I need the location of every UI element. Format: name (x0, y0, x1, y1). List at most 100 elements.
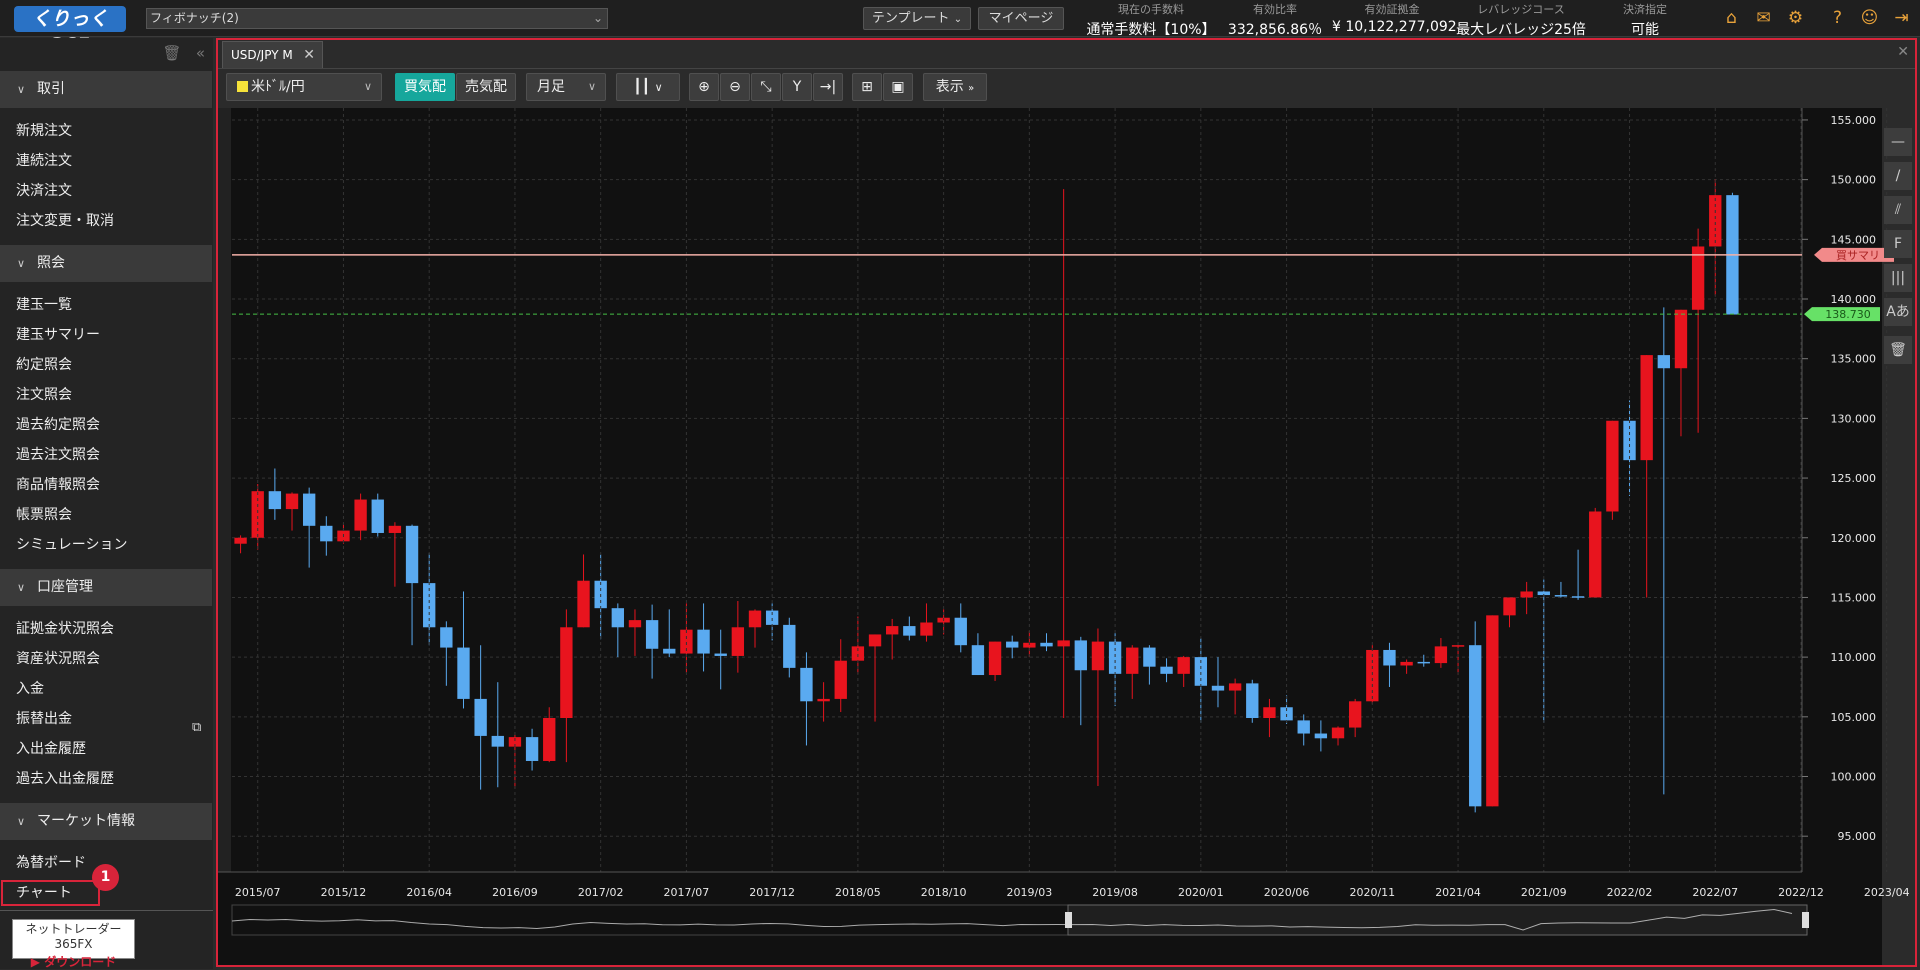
vertical-lines-icon[interactable]: ||| (1884, 264, 1912, 292)
compare-icon[interactable]: ▣ (883, 73, 913, 101)
period-select[interactable]: 月足 ∨ (526, 73, 606, 101)
fit-icon[interactable]: ⤡ (751, 73, 781, 101)
user-icon[interactable]: ☺ (1860, 9, 1879, 28)
chart-type-select[interactable]: ┃┃ ∨ (616, 73, 680, 101)
candle-body (1040, 642, 1053, 647)
candle-body (1520, 591, 1533, 598)
y-axis-area (1802, 108, 1882, 872)
x-tick-label: 2016/09 (492, 886, 538, 899)
period-label: 月足 (537, 79, 565, 95)
navigator-handle-right (1802, 912, 1809, 928)
candlestick-icon: ┃┃ (633, 79, 651, 95)
trash-icon[interactable]: 🗑 (1884, 336, 1912, 364)
sidebar-item-change-cancel[interactable]: 注文変更・取消 (16, 210, 114, 230)
lock-axis-icon[interactable]: Y (782, 73, 812, 101)
section-inquiry[interactable]: ∨ 照会 (0, 245, 212, 282)
trash-icon[interactable]: 🗑 (162, 44, 181, 62)
candle-body (1314, 733, 1328, 739)
brand-logo[interactable]: くりっく365 (14, 6, 126, 56)
horizontal-line-icon[interactable]: — (1884, 128, 1912, 156)
y-tick-label: 120.000 (1831, 532, 1877, 545)
tab-usdjpy[interactable]: USD/JPY M ✕ (222, 41, 323, 68)
stat-label: 有効比率 (1253, 3, 1297, 16)
y-tick-label: 135.000 (1831, 353, 1877, 366)
candle-body (1571, 596, 1585, 598)
sidebar-item-position-summary[interactable]: 建玉サマリー (16, 324, 100, 344)
x-tick-label: 2019/08 (1092, 886, 1138, 899)
sidebar-item-deposit[interactable]: 入金 (16, 678, 44, 698)
sidebar-tools: 🗑 « (162, 44, 205, 62)
sidebar-item-past-cash-history[interactable]: 過去入出金履歴 (16, 768, 114, 788)
scroll-latest-icon[interactable]: →| (813, 73, 843, 101)
sidebar-item-new-order[interactable]: 新規注文 (16, 120, 72, 140)
layout-select[interactable]: フィボナッチ(2) ⌄ (146, 8, 608, 29)
candle-body (405, 525, 419, 584)
logout-icon[interactable]: ⇥ (1892, 9, 1911, 28)
download-banner[interactable]: ネットトレーダー365FX ▶ ダウンロード (12, 919, 135, 969)
step-badge: 1 (92, 864, 119, 891)
sidebar-item-cash-history[interactable]: 入出金履歴 (16, 738, 86, 758)
sidebar-item-asset-status[interactable]: 資産状況照会 (16, 648, 100, 668)
x-tick-label: 2020/01 (1178, 886, 1224, 899)
sidebar-item-past-executions[interactable]: 過去約定照会 (16, 414, 100, 434)
bid-toggle[interactable]: 買気配 (395, 73, 455, 101)
y-tick-label: 95.000 (1838, 830, 1877, 843)
candle-body (1263, 707, 1276, 719)
home-icon[interactable]: ⌂ (1722, 9, 1741, 28)
candle-body (1503, 597, 1516, 616)
mail-icon[interactable]: ✉ (1754, 9, 1773, 28)
chart-area[interactable]: 95.000 100.000 105.000 110.000 115.000 120.00… (218, 108, 1915, 965)
sidebar-item-settle-order[interactable]: 決済注文 (16, 180, 72, 200)
candle-body (1126, 647, 1139, 674)
sidebar-item-fx-board[interactable]: 為替ボード (16, 852, 86, 872)
sidebar-item-withdraw[interactable]: 振替出金 (16, 708, 72, 728)
candle-body (988, 641, 1002, 676)
add-indicator-icon[interactable]: ⊞ (852, 73, 882, 101)
text-icon[interactable]: Aあ (1884, 298, 1912, 326)
x-tick-label: 2020/11 (1349, 886, 1395, 899)
stat-label: レバレッジコース (1477, 3, 1565, 16)
sidebar-item-simulation[interactable]: シミュレーション (16, 534, 127, 554)
trend-line-icon[interactable]: / (1884, 162, 1912, 190)
close-icon[interactable]: ✕ (303, 42, 315, 69)
sidebar-item-orders[interactable]: 注文照会 (16, 384, 72, 404)
sidebar-item-executions[interactable]: 約定照会 (16, 354, 72, 374)
x-tick-label: 2021/09 (1521, 886, 1567, 899)
candle-body (1486, 615, 1499, 807)
zoom-out-icon[interactable]: ⊖ (720, 73, 750, 101)
candlestick-chart[interactable]: 95.000 100.000 105.000 110.000 115.000 120.00… (218, 108, 1915, 965)
candle-body (440, 627, 453, 648)
pair-select[interactable]: 米ﾄﾞﾙ/円 ∨ (226, 73, 382, 101)
sidebar-item-past-orders[interactable]: 過去注文照会 (16, 444, 100, 464)
section-trade[interactable]: ∨ 取引 (0, 71, 212, 108)
external-link-icon[interactable]: ⧉ (192, 720, 201, 735)
drawing-tools: — / ⫽ F ||| Aあ 🗑 (1884, 128, 1912, 370)
display-menu[interactable]: 表示 » (923, 73, 987, 101)
candle-body (1383, 649, 1396, 666)
tab-label: USD/JPY M (231, 48, 293, 62)
candle-body (560, 627, 573, 719)
template-button[interactable]: テンプレート ⌄ (863, 7, 971, 30)
chevron-down-icon: ∨ (654, 81, 663, 94)
fibonacci-icon[interactable]: F (1884, 230, 1912, 258)
sidebar-item-margin-status[interactable]: 証拠金状況照会 (16, 618, 114, 638)
close-icon[interactable]: ✕ (1897, 44, 1909, 60)
help-icon[interactable]: ? (1828, 9, 1847, 28)
gear-icon[interactable]: ⚙ (1786, 9, 1805, 28)
section-market[interactable]: ∨ マーケット情報 (0, 803, 212, 840)
sidebar-item-positions[interactable]: 建玉一覧 (16, 294, 72, 314)
mypage-button[interactable]: マイページ (978, 7, 1064, 30)
collapse-icon[interactable]: « (196, 44, 205, 62)
sidebar-item-reports[interactable]: 帳票照会 (16, 504, 72, 524)
sidebar-item-product-info[interactable]: 商品情報照会 (16, 474, 100, 494)
zoom-in-icon[interactable]: ⊕ (689, 73, 719, 101)
sidebar-item-continuous-order[interactable]: 連続注文 (16, 150, 72, 170)
channel-icon[interactable]: ⫽ (1884, 196, 1912, 224)
section-account[interactable]: ∨ 口座管理 (0, 569, 212, 606)
candle-body (1246, 683, 1259, 719)
stat-value: 最大レバレッジ25倍 (1456, 22, 1586, 38)
ask-toggle[interactable]: 売気配 (456, 73, 516, 101)
stat-value: 可能 (1631, 22, 1659, 38)
layout-select-value: フィボナッチ(2) (150, 11, 239, 25)
candle-body (1177, 657, 1190, 674)
